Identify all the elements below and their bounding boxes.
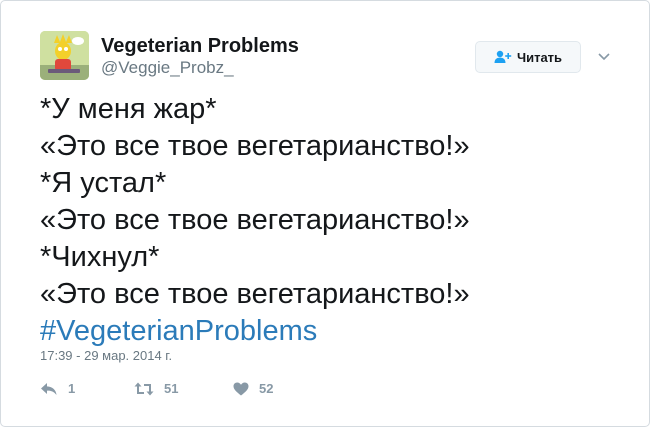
tweet-actions: 1 51 52 (40, 381, 340, 401)
retweet-count: 51 (164, 381, 179, 396)
like-button[interactable]: 52 (233, 381, 273, 396)
tweet-line: *Я устал* (40, 167, 167, 199)
like-count: 52 (259, 381, 274, 396)
hashtag-link[interactable]: #VegeterianProblems (40, 313, 620, 350)
timestamp[interactable]: 17:39 - 29 мар. 2014 г. (40, 348, 172, 363)
reply-count: 1 (68, 381, 76, 396)
add-user-icon (494, 50, 512, 64)
author-name[interactable]: Vegeterian Problems (101, 35, 299, 58)
reply-icon (40, 382, 58, 396)
tweet-line: *У меня жар* (40, 93, 217, 125)
reply-button[interactable]: 1 (40, 381, 75, 396)
retweet-icon (134, 382, 154, 396)
author-handle[interactable]: @Veggie_Probz_ (101, 58, 234, 78)
tweet-line: «Это все твое вегетарианство!» (40, 278, 470, 310)
retweet-button[interactable]: 51 (134, 381, 178, 396)
tweet-card: Vegeterian Problems @Veggie_Probz_ Читат… (0, 0, 650, 427)
avatar[interactable] (40, 31, 89, 80)
follow-button[interactable]: Читать (475, 41, 581, 73)
tweet-line: *Чихнул* (40, 241, 160, 273)
follow-label: Читать (516, 49, 563, 65)
chevron-down-icon[interactable] (594, 47, 614, 67)
tweet-text: *У меня жар* «Это все твое вегетарианств… (40, 91, 620, 350)
heart-icon (233, 382, 249, 396)
tweet-line: «Это все твое вегетарианство!» (40, 204, 470, 236)
cartoon-character-avatar-icon (40, 31, 89, 80)
tweet-line: «Это все твое вегетарианство!» (40, 130, 470, 162)
